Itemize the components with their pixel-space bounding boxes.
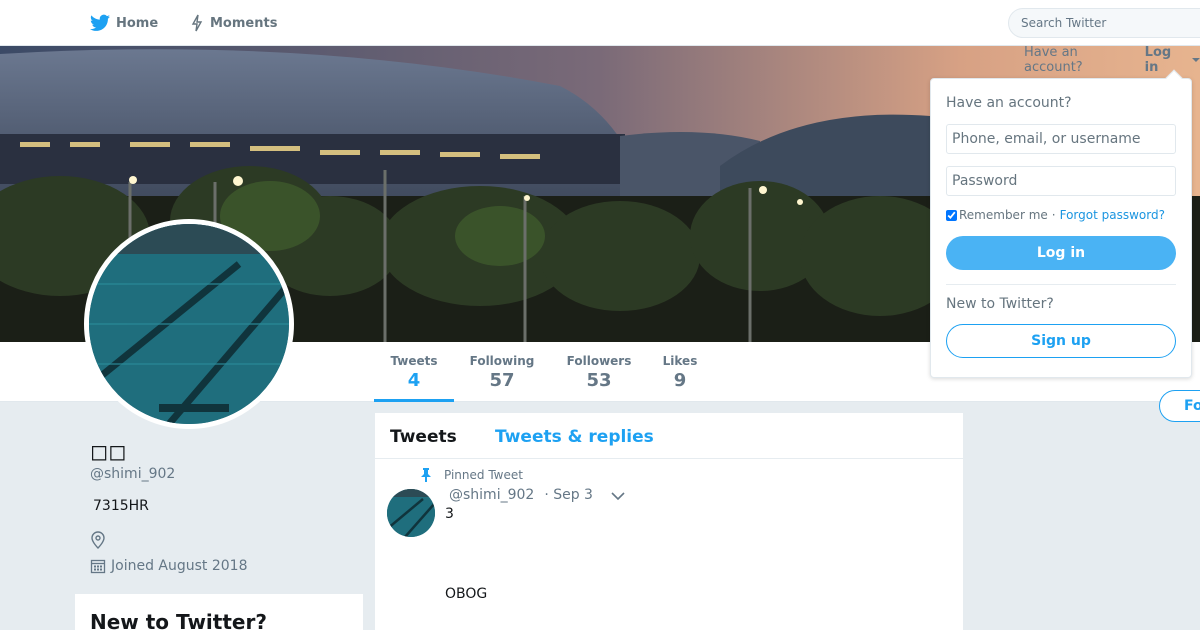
login-dropdown: Have an account? Remember me · Forgot pa…	[930, 69, 1192, 378]
search-input[interactable]	[1008, 8, 1200, 38]
timeline-tabs: Tweets Tweets & replies	[375, 413, 963, 459]
profile-handle[interactable]: @shimi_902	[90, 466, 175, 482]
tweet-handle[interactable]: @shimi_902	[449, 487, 534, 503]
tweet-header: @shimi_902 · Sep 3	[449, 487, 593, 503]
joined-text: Joined August 2018	[111, 558, 248, 574]
lightning-icon	[191, 14, 203, 32]
stat-label: Followers	[566, 354, 632, 368]
stat-value: 9	[673, 370, 687, 391]
signup-button[interactable]: Sign up	[946, 324, 1176, 358]
timeline: Tweets Tweets & replies Pinned Tweet @sh…	[375, 413, 963, 630]
chevron-down-icon[interactable]	[611, 491, 625, 501]
signup-card-title: New to Twitter?	[90, 610, 267, 630]
stat-likes[interactable]: Likes 9	[650, 342, 710, 402]
divider	[946, 284, 1176, 285]
stat-tweets[interactable]: Tweets 4	[374, 342, 454, 402]
nav-moments[interactable]: Moments	[190, 0, 277, 46]
location-icon	[91, 531, 105, 549]
pinned-text: Pinned Tweet	[444, 468, 523, 482]
new-to-twitter-text: New to Twitter?	[946, 296, 1054, 312]
nav-home[interactable]: Home	[90, 0, 158, 46]
nav-home-label: Home	[116, 15, 159, 31]
login-box-title: Have an account?	[946, 95, 1072, 111]
tweet-avatar[interactable]	[387, 489, 435, 537]
calendar-icon	[90, 559, 106, 574]
forgot-password-link[interactable]: Forgot password?	[1060, 208, 1165, 222]
tweet-date[interactable]: · Sep 3	[544, 487, 593, 503]
avatar[interactable]	[84, 219, 294, 429]
top-nav: Home Moments	[0, 0, 1200, 46]
stat-following[interactable]: Following 57	[462, 342, 542, 402]
profile-bio: 7315HR	[93, 498, 149, 514]
stat-value: 4	[407, 370, 421, 391]
pin-icon	[421, 468, 431, 482]
stat-label: Tweets	[390, 354, 438, 368]
remember-row: Remember me · Forgot password?	[946, 208, 1165, 222]
caret-down-icon	[1192, 58, 1200, 62]
separator: ·	[1051, 208, 1056, 222]
tab-tweets[interactable]: Tweets	[390, 427, 457, 447]
tweet-text-line: OBOG	[445, 586, 488, 602]
login-link[interactable]: Log in	[1145, 45, 1189, 75]
twitter-bird-icon	[90, 14, 110, 31]
profile-name: ◻◻	[90, 440, 127, 465]
nav-moments-label: Moments	[210, 15, 278, 31]
stat-followers[interactable]: Followers 53	[560, 342, 638, 402]
remember-label[interactable]: Remember me	[959, 208, 1048, 222]
stat-value: 53	[586, 370, 612, 391]
username-input[interactable]	[946, 124, 1176, 154]
pinned-label: Pinned Tweet	[420, 468, 523, 482]
tab-tweets-replies[interactable]: Tweets & replies	[495, 427, 654, 447]
remember-checkbox[interactable]	[946, 209, 957, 221]
follow-button[interactable]: Fo	[1159, 390, 1200, 422]
password-input[interactable]	[946, 166, 1176, 196]
signup-card: New to Twitter?	[75, 594, 363, 630]
stat-label: Likes	[662, 354, 698, 368]
joined-date: Joined August 2018	[90, 558, 247, 574]
login-button[interactable]: Log in	[946, 236, 1176, 270]
have-account-text: Have an account?	[1024, 45, 1083, 75]
stat-value: 57	[489, 370, 515, 391]
stat-label: Following	[469, 354, 535, 368]
tweet-text-line: 3	[445, 506, 454, 522]
